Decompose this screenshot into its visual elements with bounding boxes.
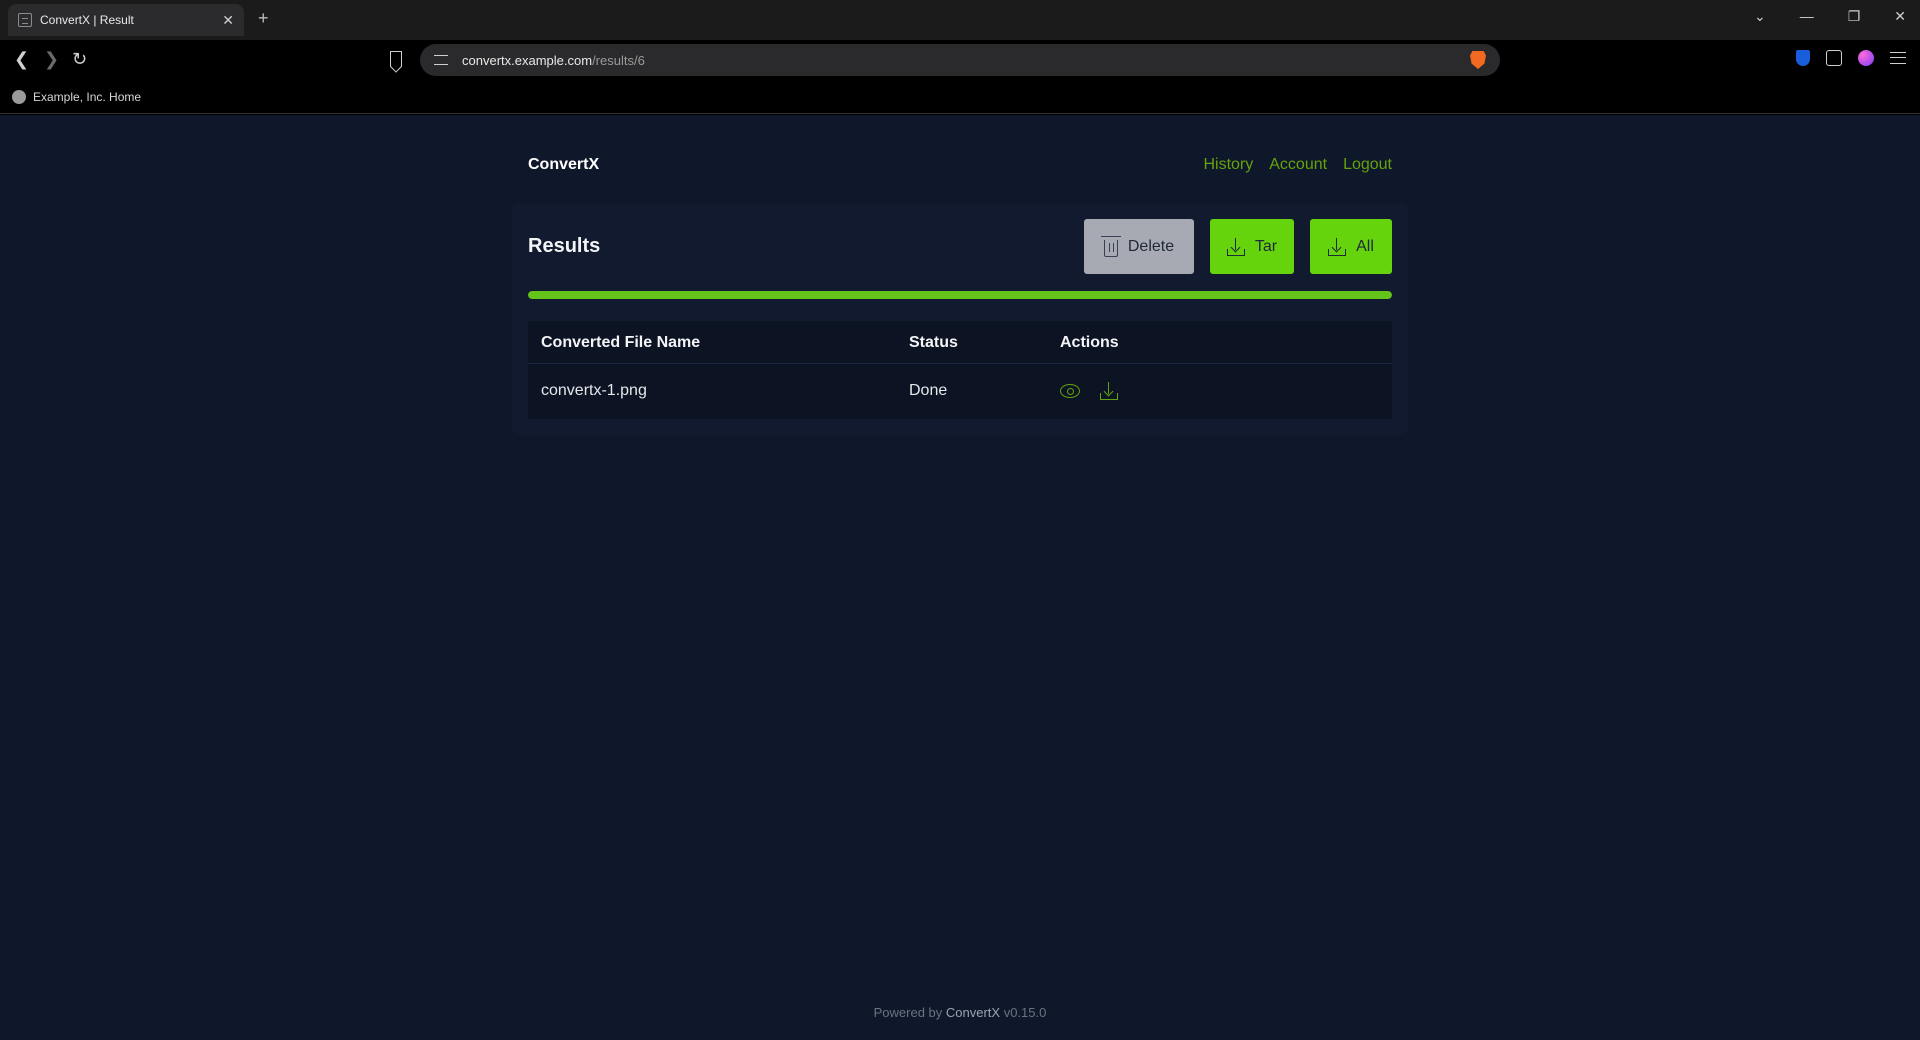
nav-account-link[interactable]: Account <box>1269 156 1327 174</box>
address-bar[interactable]: convertx.example.com /results/6 <box>420 44 1500 76</box>
delete-button-label: Delete <box>1127 237 1175 255</box>
window-controls: ⌄ — ❐ ✕ <box>1754 8 1906 25</box>
download-icon <box>1328 237 1347 256</box>
url-path: /results/6 <box>592 52 645 68</box>
leo-ai-icon[interactable] <box>1858 50 1874 66</box>
nav-history-link[interactable]: History <box>1203 156 1253 174</box>
status-cell: Done <box>909 382 948 399</box>
favicon-icon <box>18 13 32 27</box>
footer-prefix: Powered by <box>873 1005 943 1020</box>
download-icon[interactable] <box>1100 382 1118 400</box>
table-row: convertx-1.png Done <box>528 364 1392 419</box>
bitwarden-icon[interactable] <box>1796 50 1810 66</box>
actions-cell <box>1060 382 1118 400</box>
download-all-button[interactable]: All <box>1310 219 1392 274</box>
delete-button[interactable]: Delete <box>1084 219 1194 274</box>
minimize-icon[interactable]: — <box>1800 8 1814 25</box>
reload-icon[interactable]: ↻ <box>72 49 87 70</box>
bookmark-icon[interactable] <box>390 51 402 67</box>
extensions-area <box>1796 50 1906 66</box>
results-table: Converted File Name Status Actions conve… <box>528 321 1392 419</box>
eye-icon[interactable] <box>1060 384 1080 398</box>
menu-icon[interactable] <box>1890 52 1906 64</box>
close-tab-icon[interactable]: ✕ <box>222 12 234 29</box>
app-header: ConvertX History Account Logout <box>528 150 1392 180</box>
back-icon[interactable]: ❮ <box>14 49 29 70</box>
browser-chrome: ConvertX | Result ✕ + ⌄ — ❐ ✕ ❮ ❯ ↻ conv… <box>0 0 1920 115</box>
tab-title: ConvertX | Result <box>40 13 134 27</box>
progress-fill <box>528 291 1392 299</box>
footer-version: v0.15.0 <box>1003 1005 1047 1020</box>
all-button-label: All <box>1356 237 1374 255</box>
results-card: Results Delete Tar All Converted File Na… <box>512 203 1408 435</box>
trash-icon <box>1100 235 1121 257</box>
extensions-icon[interactable] <box>1826 50 1842 66</box>
download-icon <box>1226 237 1245 256</box>
tar-button-label: Tar <box>1254 237 1278 255</box>
tab-search-icon[interactable]: ⌄ <box>1754 8 1766 25</box>
browser-tab[interactable]: ConvertX | Result ✕ <box>8 4 244 36</box>
bookmark-favicon-icon <box>12 89 26 104</box>
app-logo[interactable]: ConvertX <box>528 156 599 174</box>
footer: Powered by ConvertX v0.15.0 <box>0 1005 1920 1020</box>
restore-icon[interactable]: ❐ <box>1848 8 1861 25</box>
close-window-icon[interactable]: ✕ <box>1894 8 1906 25</box>
download-tar-button[interactable]: Tar <box>1210 219 1294 274</box>
progress-bar <box>528 291 1392 299</box>
tab-bar: ConvertX | Result ✕ + ⌄ — ❐ ✕ <box>0 0 1920 40</box>
page-content: ConvertX History Account Logout Results … <box>0 115 1920 1040</box>
file-name-cell: convertx-1.png <box>541 382 647 399</box>
forward-icon[interactable]: ❯ <box>44 49 59 70</box>
top-nav: History Account Logout <box>1203 156 1392 174</box>
site-info-icon[interactable] <box>434 55 448 65</box>
bookmarks-bar: Example, Inc. Home <box>0 80 1920 114</box>
nav-logout-link[interactable]: Logout <box>1343 156 1392 174</box>
column-header-status: Status <box>909 334 958 351</box>
browser-toolbar: ❮ ❯ ↻ convertx.example.com /results/6 <box>0 40 1920 80</box>
url-host: convertx.example.com <box>462 52 593 68</box>
brave-shield-icon[interactable] <box>1470 51 1486 69</box>
bookmark-item[interactable]: Example, Inc. Home <box>33 90 141 104</box>
table-header: Converted File Name Status Actions <box>528 321 1392 364</box>
results-title: Results <box>528 235 601 257</box>
column-header-file-name: Converted File Name <box>541 334 701 351</box>
column-header-actions: Actions <box>1060 334 1119 351</box>
new-tab-button[interactable]: + <box>258 8 269 29</box>
footer-brand-link[interactable]: ConvertX <box>946 1005 1000 1020</box>
